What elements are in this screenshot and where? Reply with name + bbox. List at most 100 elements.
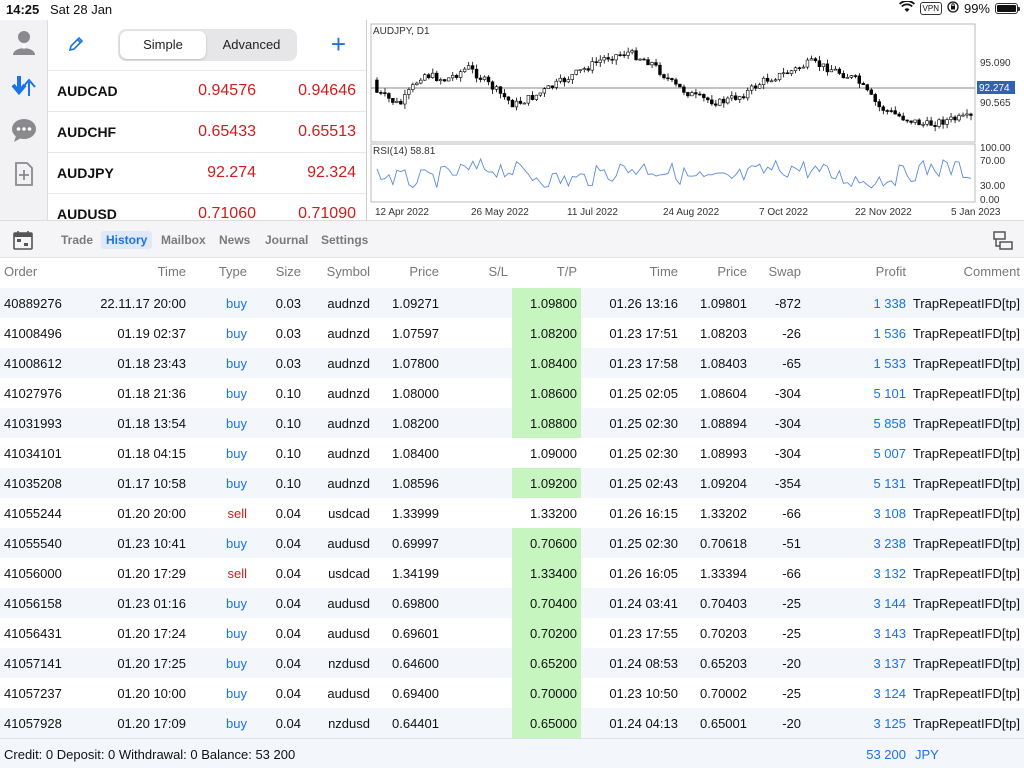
cell-comment: TrapRepeatIFD[tp] (912, 686, 1020, 701)
price-chart[interactable]: AUDJPY, D1 RSI(14) 58.81 95.090 90.565 92.27… (366, 20, 1024, 220)
candle-body (427, 74, 431, 78)
table-row[interactable]: 41008612 01.18 23:43 buy 0.03 audnzd 1.07800 1… (0, 348, 1024, 378)
cell-time: 01.17 10:58 (117, 476, 186, 491)
header-profit[interactable]: Profit (876, 264, 906, 279)
tab-journal[interactable]: Journal (260, 231, 313, 249)
layout-icon[interactable] (992, 229, 1014, 256)
tab-trade[interactable]: Trade (56, 231, 98, 249)
header-order[interactable]: Order (4, 264, 37, 279)
tab-mailbox[interactable]: Mailbox (156, 231, 211, 249)
candle-body (953, 116, 957, 121)
battery-percent: 99% (963, 1, 990, 16)
cell-time: 01.20 17:25 (117, 656, 186, 671)
plus-icon[interactable]: + (331, 31, 346, 57)
candle-body (383, 92, 387, 94)
cell-tp: 0.70600 (530, 536, 577, 551)
candle-body (737, 96, 742, 100)
header-close-time[interactable]: Time (650, 264, 678, 279)
table-row[interactable]: 41056431 01.20 17:24 buy 0.04 audusd 0.69601 0… (0, 618, 1024, 648)
cell-time2: 01.26 13:16 (609, 296, 678, 311)
table-row[interactable]: 41056000 01.20 17:29 sell 0.04 usdcad 1.34199… (0, 558, 1024, 588)
table-row[interactable]: 40889276 22.11.17 20:00 buy 0.03 audnzd 1.092… (0, 288, 1024, 318)
candle-body (698, 93, 702, 96)
cell-time2: 01.26 16:05 (609, 566, 678, 581)
table-row[interactable]: 41057237 01.20 10:00 buy 0.04 audusd 0.69400 0… (0, 678, 1024, 708)
quote-ask: 0.65513 (298, 123, 356, 140)
table-row[interactable]: 41008496 01.19 02:37 buy 0.03 audnzd 1.07597 1… (0, 318, 1024, 348)
quote-symbol: AUDCHF (57, 124, 117, 140)
candle-body (626, 51, 630, 56)
header-open-time[interactable]: Time (158, 264, 186, 279)
cell-time: 01.18 04:15 (117, 446, 186, 461)
quote-ask: 92.324 (307, 164, 356, 181)
candle-body (419, 79, 423, 84)
candle-body (442, 79, 447, 82)
cell-type: buy (226, 656, 247, 671)
table-row[interactable]: 41035208 01.17 10:58 buy 0.10 audnzd 1.08596 1… (0, 468, 1024, 498)
chart-canvas[interactable]: AUDJPY, D1 RSI(14) 58.81 95.090 90.565 92.27… (367, 20, 1024, 220)
candle-body (658, 64, 662, 75)
cell-swap: -20 (782, 656, 801, 671)
candle-body (482, 76, 487, 80)
tab-news[interactable]: News (214, 231, 255, 249)
quote-row[interactable]: AUDJPY 92.274 92.324 (48, 152, 366, 193)
candle-body (857, 75, 861, 84)
table-row[interactable]: 41057928 01.20 17:09 buy 0.04 nzdusd 0.64401 0… (0, 708, 1024, 738)
candle-body (391, 98, 395, 103)
header-swap[interactable]: Swap (768, 264, 801, 279)
cell-order: 41057928 (4, 716, 62, 731)
candle-body (941, 119, 945, 125)
advanced-mode-button[interactable]: Advanced (208, 31, 295, 59)
cell-order: 41056000 (4, 566, 62, 581)
trade-arrows-icon[interactable] (8, 70, 40, 102)
cell-swap: -51 (782, 536, 801, 551)
table-row[interactable]: 41056158 01.23 01:16 buy 0.04 audusd 0.69800 0… (0, 588, 1024, 618)
calendar-icon[interactable] (12, 229, 34, 256)
header-sl[interactable]: S/L (488, 264, 508, 279)
cell-order: 41008612 (4, 356, 62, 371)
cell-order: 40889276 (4, 296, 62, 311)
cell-profit: 1 536 (873, 326, 906, 341)
table-row[interactable]: 41027976 01.18 21:36 buy 0.10 audnzd 1.08000 1… (0, 378, 1024, 408)
new-document-icon[interactable] (8, 158, 40, 190)
cell-swap: -65 (782, 356, 801, 371)
cell-symbol: audnzd (327, 326, 370, 341)
account-icon[interactable] (8, 26, 40, 58)
header-close-price[interactable]: Price (717, 264, 747, 279)
cell-time: 01.18 23:43 (117, 356, 186, 371)
candle-body (506, 96, 511, 101)
candle-body (682, 86, 686, 93)
header-tp[interactable]: T/P (557, 264, 577, 279)
candle-body (841, 73, 846, 79)
table-row[interactable]: 41055540 01.23 10:41 buy 0.04 audusd 0.69997 0… (0, 528, 1024, 558)
candle-body (490, 81, 495, 90)
table-row[interactable]: 41034101 01.18 04:15 buy 0.10 audnzd 1.08400 1… (0, 438, 1024, 468)
table-row[interactable]: 41031993 01.18 13:54 buy 0.10 audnzd 1.08200 1… (0, 408, 1024, 438)
table-row[interactable]: 41055244 01.20 20:00 sell 0.04 usdcad 1.33999… (0, 498, 1024, 528)
candle-body (654, 62, 658, 66)
pencil-icon[interactable] (66, 34, 86, 59)
quote-row[interactable]: AUDCAD 0.94576 0.94646 (48, 70, 366, 111)
header-comment[interactable]: Comment (964, 264, 1020, 279)
candle-body (905, 119, 909, 122)
vpn-badge: VPN (919, 2, 942, 15)
tab-settings[interactable]: Settings (316, 231, 373, 249)
cell-symbol: audnzd (327, 296, 370, 311)
price-tick-label: 90.565 (980, 98, 1011, 109)
header-open-price[interactable]: Price (409, 264, 439, 279)
header-type[interactable]: Type (219, 264, 247, 279)
quote-row[interactable]: AUDCHF 0.65433 0.65513 (48, 111, 366, 152)
chat-icon[interactable] (8, 114, 40, 146)
tab-history[interactable]: History (101, 231, 153, 249)
candle-body (726, 97, 730, 104)
header-size[interactable]: Size (276, 264, 301, 279)
header-symbol[interactable]: Symbol (327, 264, 370, 279)
candle-body (781, 72, 786, 75)
table-row[interactable]: 41057141 01.20 17:25 buy 0.04 nzdusd 0.64600 0… (0, 648, 1024, 678)
quote-row[interactable]: AUDUSD 0.71060 0.71090 (48, 193, 366, 220)
cell-type: buy (226, 686, 247, 701)
simple-mode-button[interactable]: Simple (120, 31, 206, 59)
cell-comment: TrapRepeatIFD[tp] (912, 656, 1020, 671)
cell-type: sell (227, 566, 247, 581)
cell-time2: 01.24 03:41 (609, 596, 678, 611)
